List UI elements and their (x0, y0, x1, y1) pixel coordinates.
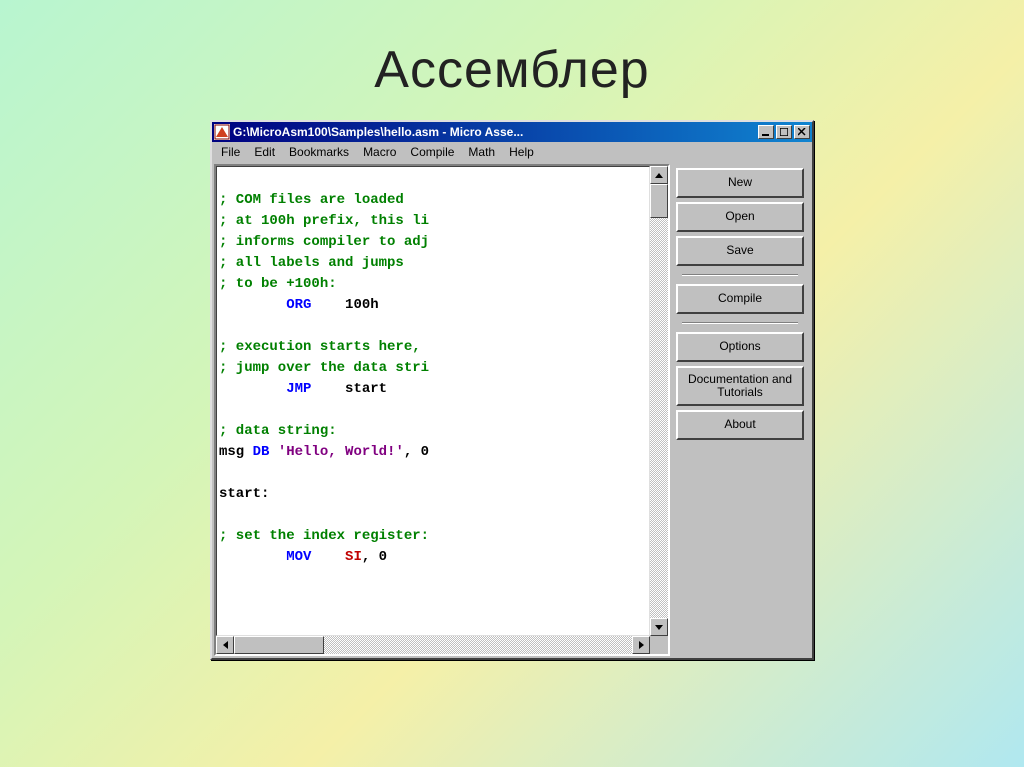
about-button[interactable]: About (676, 410, 804, 440)
scroll-track-v[interactable] (650, 184, 668, 618)
code-line: ; COM files are loaded (219, 192, 404, 208)
code-line: ; all labels and jumps (219, 255, 404, 271)
scroll-thumb-h[interactable] (234, 636, 324, 654)
code-content: ; COM files are loaded ; at 100h prefix,… (217, 167, 649, 570)
code-line: MOV SI, 0 (219, 549, 387, 565)
code-line: ; execution starts here, (219, 339, 421, 355)
scroll-thumb-v[interactable] (650, 184, 668, 218)
code-line: msg DB 'Hello, World!', 0 (219, 444, 429, 460)
window-controls (756, 125, 810, 139)
side-panel: New Open Save Compile Options Documentat… (670, 164, 810, 656)
horizontal-scrollbar[interactable] (216, 636, 650, 654)
arrow-up-icon (655, 173, 663, 178)
open-button[interactable]: Open (676, 202, 804, 232)
menu-help[interactable]: Help (502, 143, 541, 161)
scroll-down-button[interactable] (650, 618, 668, 636)
code-line: JMP start (219, 381, 387, 397)
scroll-right-button[interactable] (632, 636, 650, 654)
maximize-button[interactable] (776, 125, 792, 139)
options-button[interactable]: Options (676, 332, 804, 362)
code-line: ; jump over the data stri (219, 360, 429, 376)
code-line: ORG 100h (219, 297, 379, 313)
window-title: G:\MicroAsm100\Samples\hello.asm - Micro… (233, 125, 756, 139)
code-line: ; to be +100h: (219, 276, 337, 292)
menubar: File Edit Bookmarks Macro Compile Math H… (212, 142, 812, 162)
menu-bookmarks[interactable]: Bookmarks (282, 143, 356, 161)
scroll-up-button[interactable] (650, 166, 668, 184)
arrow-left-icon (223, 641, 228, 649)
scroll-left-button[interactable] (216, 636, 234, 654)
menu-edit[interactable]: Edit (247, 143, 282, 161)
arrow-down-icon (655, 625, 663, 630)
code-line: start: (219, 486, 269, 502)
close-button[interactable] (794, 125, 810, 139)
separator (682, 274, 798, 276)
docs-button[interactable]: Documentation and Tutorials (676, 366, 804, 406)
separator (682, 322, 798, 324)
editor-frame: ; COM files are loaded ; at 100h prefix,… (214, 164, 670, 656)
slide-title: Ассемблер (0, 0, 1024, 120)
scroll-track-h[interactable] (234, 636, 632, 654)
new-button[interactable]: New (676, 168, 804, 198)
menu-math[interactable]: Math (461, 143, 502, 161)
scroll-corner (650, 636, 668, 654)
menu-macro[interactable]: Macro (356, 143, 403, 161)
code-line: ; data string: (219, 423, 337, 439)
code-line: ; at 100h prefix, this li (219, 213, 429, 229)
code-line: ; set the index register: (219, 528, 429, 544)
app-icon (214, 124, 230, 140)
titlebar[interactable]: G:\MicroAsm100\Samples\hello.asm - Micro… (212, 122, 812, 142)
code-editor[interactable]: ; COM files are loaded ; at 100h prefix,… (216, 166, 650, 636)
minimize-button[interactable] (758, 125, 774, 139)
code-line: ; informs compiler to adj (219, 234, 429, 250)
menu-compile[interactable]: Compile (403, 143, 461, 161)
menu-file[interactable]: File (214, 143, 247, 161)
app-window: G:\MicroAsm100\Samples\hello.asm - Micro… (210, 120, 814, 660)
compile-button[interactable]: Compile (676, 284, 804, 314)
vertical-scrollbar[interactable] (650, 166, 668, 636)
arrow-right-icon (639, 641, 644, 649)
client-area: ; COM files are loaded ; at 100h prefix,… (212, 162, 812, 658)
save-button[interactable]: Save (676, 236, 804, 266)
